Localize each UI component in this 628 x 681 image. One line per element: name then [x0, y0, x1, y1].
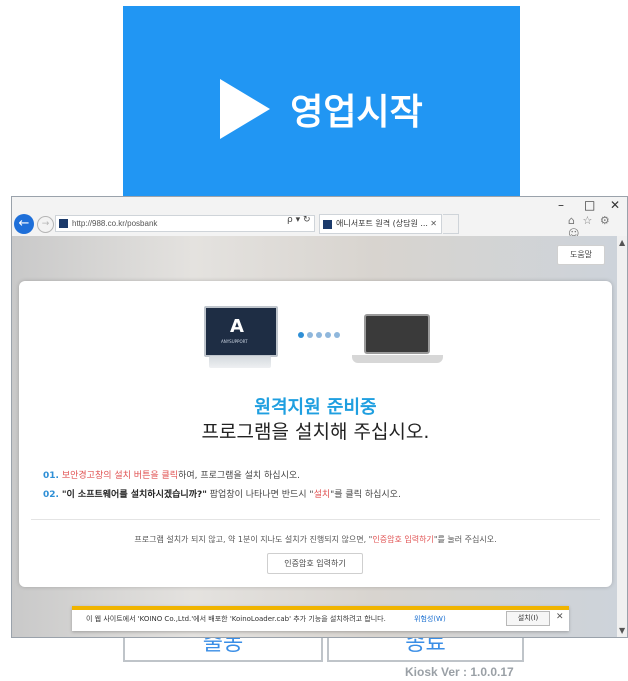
step-2-text: "를 클릭 하십시오. — [330, 490, 401, 500]
tab-close-icon[interactable]: ✕ — [430, 215, 437, 233]
step-2-highlight: 설치 — [313, 490, 331, 500]
new-tab-button[interactable] — [443, 214, 459, 234]
kiosk-version: Kiosk Ver : 1.0.0.17 — [405, 665, 514, 679]
start-business-label: 영업시작 — [290, 91, 423, 133]
site-favicon-icon — [59, 219, 68, 228]
monitor-icon: A ANYSUPPORT — [204, 306, 278, 357]
connection-dot — [334, 332, 340, 338]
install-infobar: 이 웹 사이트에서 'KOINO Co.,Ltd.'에서 배포한 'KoinoL… — [72, 606, 569, 631]
browser-toolbar: ← → http://988.co.kr/posbank ρ ▾ ↻ 애니서포트… — [12, 214, 627, 236]
forward-arrow-icon[interactable]: → — [37, 216, 54, 233]
risk-link[interactable]: 위험성(W) — [414, 614, 446, 624]
tab-favicon-icon — [323, 220, 332, 229]
scroll-down-icon[interactable]: ▼ — [619, 626, 625, 635]
step-2-middle: 팝업창이 나타나면 반드시 " — [206, 490, 314, 500]
connection-dot — [325, 332, 331, 338]
play-icon — [220, 78, 271, 139]
start-business-button[interactable]: 영업시작 — [123, 6, 520, 211]
page-viewport: 도움말 A ANYSUPPORT 원격지원 준비중 프로그램을 설치해 주십시오… — [12, 236, 617, 637]
step-2-bold: "이 소프트웨어를 설치하시겠습니까?" — [61, 490, 207, 500]
browser-window: – □ ✕ ← → http://988.co.kr/posbank ρ ▾ ↻… — [11, 196, 628, 638]
connection-dot — [316, 332, 322, 338]
step-2: 02. "이 소프트웨어를 설치하시겠습니까?" 팝업창이 나타나면 반드시 "… — [43, 487, 401, 500]
modal-note: 프로그램 설치가 되지 않고, 약 1분이 지나도 설치가 진행되지 않으면, … — [19, 534, 612, 545]
connection-dots — [298, 332, 344, 338]
kiosk-button-2[interactable]: 종료 — [327, 634, 524, 662]
step-1: 01. 보안경고창의 설치 버튼을 클릭하여, 프로그램을 설치 하십시오. — [43, 468, 300, 481]
connection-dot — [298, 332, 304, 338]
install-button[interactable]: 설치(I) — [506, 611, 550, 626]
note-highlight: 인증암호 입력하기 — [372, 535, 434, 544]
address-text: http://988.co.kr/posbank — [72, 219, 158, 228]
infobar-message: 이 웹 사이트에서 'KOINO Co.,Ltd.'에서 배포한 'KoinoL… — [86, 615, 386, 623]
address-bar[interactable]: http://988.co.kr/posbank — [55, 215, 315, 232]
scrollbar[interactable]: ▲ ▼ — [617, 236, 627, 637]
step-1-number: 01. — [43, 471, 59, 481]
tab-anysupport[interactable]: 애니서포트 원격 (상담원 ... ✕ — [319, 214, 442, 234]
step-1-text: 하여, 프로그램을 설치 하십시오. — [178, 471, 301, 481]
minimize-button[interactable]: – — [558, 198, 564, 212]
search-refresh-icons[interactable]: ρ ▾ ↻ — [287, 215, 311, 225]
modal-divider — [31, 519, 600, 520]
connection-dot — [307, 332, 313, 338]
close-window-button[interactable]: ✕ — [610, 198, 620, 212]
scroll-up-icon[interactable]: ▲ — [619, 238, 625, 247]
enter-auth-code-button[interactable]: 인증암호 입력하기 — [267, 553, 363, 574]
title-bar: – □ ✕ — [12, 197, 627, 215]
back-arrow-icon[interactable]: ← — [14, 214, 34, 234]
anysupport-logo-icon: A — [230, 316, 244, 337]
anysupport-logo-text: ANYSUPPORT — [221, 339, 248, 344]
modal-title: 원격지원 준비중 — [254, 397, 377, 418]
step-1-highlight: 보안경고창의 설치 버튼을 클릭 — [61, 471, 179, 481]
modal-subtitle: 프로그램을 설치해 주십시오. — [201, 421, 430, 443]
kiosk-button-1[interactable]: 출동 — [123, 634, 323, 662]
maximize-button[interactable]: □ — [584, 198, 595, 212]
infobar-close-icon[interactable]: ✕ — [556, 612, 564, 622]
monitor-stand — [209, 356, 271, 368]
note-post: "를 눌러 주십시오. — [433, 535, 497, 544]
note-pre: 프로그램 설치가 되지 않고, 약 1분이 지나도 설치가 진행되지 않으면, … — [134, 535, 373, 544]
install-modal: A ANYSUPPORT 원격지원 준비중 프로그램을 설치해 주십시오. 01… — [19, 281, 612, 587]
laptop-base — [352, 355, 443, 363]
step-2-number: 02. — [43, 490, 59, 500]
laptop-icon — [364, 314, 430, 354]
tab-title: 애니서포트 원격 (상담원 ... — [336, 219, 428, 228]
help-button[interactable]: 도움말 — [557, 245, 605, 265]
